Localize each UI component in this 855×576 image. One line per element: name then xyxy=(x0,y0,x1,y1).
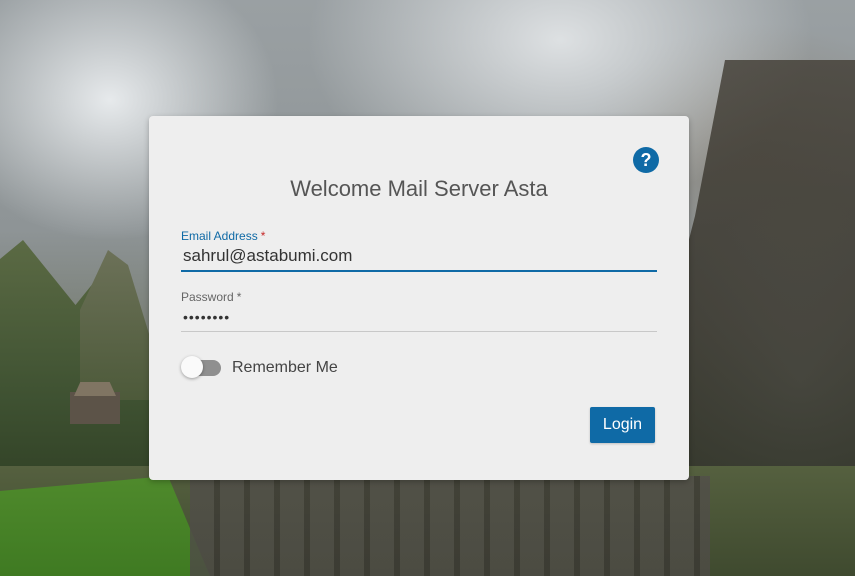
password-label: Password * xyxy=(181,290,242,304)
hut xyxy=(70,392,120,424)
remember-me: Remember Me xyxy=(181,356,338,380)
password-field: Password * xyxy=(181,290,657,332)
email-field: Email Address * xyxy=(181,229,657,272)
login-title: Welcome Mail Server Asta xyxy=(290,176,548,201)
email-label: Email Address * xyxy=(181,229,266,243)
password-input[interactable] xyxy=(181,305,657,332)
toggle-knob xyxy=(181,356,203,378)
remember-me-label: Remember Me xyxy=(232,359,338,376)
stone-ruins xyxy=(190,476,710,576)
help-icon[interactable]: ? xyxy=(633,147,659,173)
mountain-peak xyxy=(80,250,160,400)
required-mark: * xyxy=(260,229,266,243)
required-mark: * xyxy=(236,290,242,304)
login-button[interactable]: Login xyxy=(590,407,655,443)
login-card: ? Welcome Mail Server Asta Email Address… xyxy=(149,116,689,480)
remember-me-toggle[interactable] xyxy=(181,356,221,380)
email-input[interactable] xyxy=(181,244,657,272)
